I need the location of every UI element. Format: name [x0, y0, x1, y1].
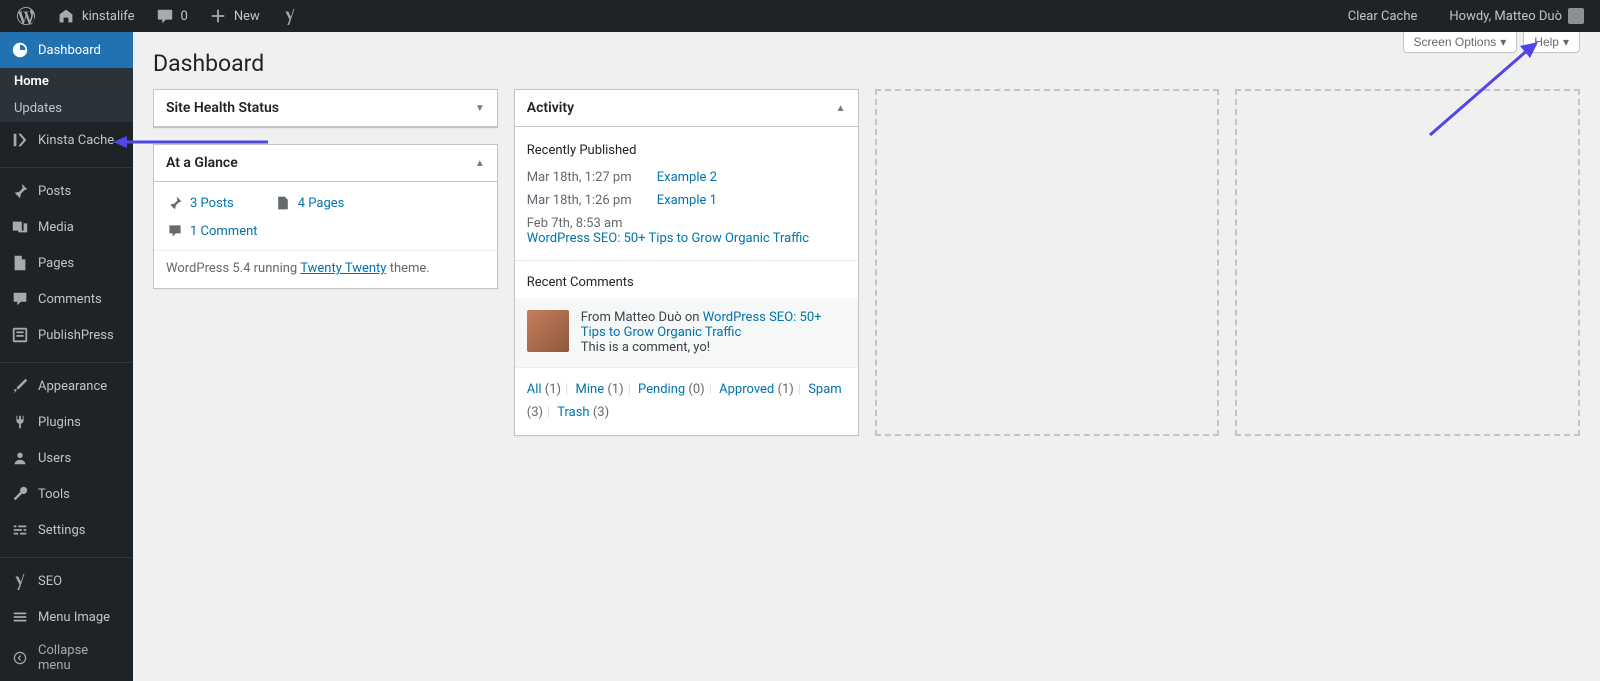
admin-bar: kinstalife 0 New Clear Cache Howdy, Matt…	[0, 0, 1600, 32]
activity-widget: Activity ▲ Recently Published Mar 18th, …	[514, 89, 859, 436]
menu-publishpress[interactable]: PublishPress	[0, 317, 133, 353]
chevron-up-icon[interactable]: ▲	[475, 158, 485, 169]
avatar	[527, 310, 569, 352]
menu-plugins[interactable]: Plugins	[0, 404, 133, 440]
pin-icon	[10, 181, 30, 201]
avatar	[1568, 8, 1584, 24]
brush-icon	[10, 376, 30, 396]
new-link[interactable]: New	[200, 0, 268, 32]
submenu-home[interactable]: Home	[0, 68, 133, 95]
widget-placeholder[interactable]	[875, 89, 1220, 436]
seo-icon	[10, 571, 30, 591]
activity-item: Feb 7th, 8:53 am WordPress SEO: 50+ Tips…	[527, 212, 846, 250]
howdy-text: Howdy, Matteo Duò	[1449, 9, 1562, 24]
plug-icon	[10, 412, 30, 432]
page-title: Dashboard	[153, 32, 1580, 89]
user-icon	[10, 448, 30, 468]
filter-mine[interactable]: Mine	[576, 382, 605, 397]
post-link[interactable]: Example 1	[657, 193, 717, 208]
post-link[interactable]: Example 2	[657, 170, 717, 185]
yoast-icon	[280, 6, 300, 26]
content-area: Screen Options ▾ Help ▾ Dashboard Site H…	[133, 32, 1600, 681]
menu-pages[interactable]: Pages	[0, 245, 133, 281]
account-link[interactable]: Howdy, Matteo Duò	[1441, 0, 1592, 32]
chevron-down-icon: ▾	[1563, 35, 1569, 49]
clear-cache-link[interactable]: Clear Cache	[1340, 0, 1426, 32]
widget-title: Site Health Status	[166, 100, 279, 116]
screen-options-button[interactable]: Screen Options ▾	[1403, 32, 1518, 53]
site-name: kinstalife	[82, 9, 135, 24]
menu-dashboard[interactable]: Dashboard	[0, 32, 133, 68]
page-icon	[274, 194, 292, 212]
plus-icon	[208, 6, 228, 26]
admin-sidebar: Dashboard Home Updates Kinsta Cache Post…	[0, 32, 133, 681]
chevron-down-icon: ▾	[1500, 35, 1506, 49]
dashboard-icon	[10, 40, 30, 60]
filter-pending[interactable]: Pending	[638, 382, 685, 397]
filter-all[interactable]: All	[527, 382, 542, 397]
pin-icon	[166, 194, 184, 212]
at-a-glance-widget: At a Glance ▲ 3 Posts 4 Pages	[153, 144, 498, 289]
menu-lines-icon	[10, 607, 30, 627]
kinsta-icon	[10, 130, 30, 150]
new-label: New	[234, 9, 260, 24]
comment-text: This is a comment, yo!	[581, 340, 846, 355]
theme-link[interactable]: Twenty Twenty	[300, 261, 386, 276]
widget-placeholder[interactable]	[1235, 89, 1580, 436]
menu-settings[interactable]: Settings	[0, 512, 133, 548]
activity-item: Mar 18th, 1:27 pm Example 2	[527, 166, 846, 189]
home-icon	[56, 6, 76, 26]
posts-count-link[interactable]: 3 Posts	[190, 196, 234, 211]
chevron-up-icon[interactable]: ▲	[836, 103, 846, 114]
menu-seo[interactable]: SEO	[0, 563, 133, 599]
post-link[interactable]: WordPress SEO: 50+ Tips to Grow Organic …	[527, 231, 809, 246]
filter-approved[interactable]: Approved	[719, 382, 774, 397]
widget-title: At a Glance	[166, 155, 238, 171]
menu-comments[interactable]: Comments	[0, 281, 133, 317]
filter-spam[interactable]: Spam	[808, 382, 842, 397]
menu-menu-image[interactable]: Menu Image	[0, 599, 133, 635]
activity-item: Mar 18th, 1:26 pm Example 1	[527, 189, 846, 212]
chevron-down-icon[interactable]: ▼	[475, 103, 485, 114]
comments-count: 0	[181, 9, 188, 24]
menu-tools[interactable]: Tools	[0, 476, 133, 512]
wp-logo[interactable]	[8, 0, 44, 32]
filter-trash[interactable]: Trash	[557, 405, 589, 420]
comments-count-link[interactable]: 1 Comment	[190, 224, 258, 239]
comment-item: From Matteo Duò on WordPress SEO: 50+ Ti…	[515, 298, 858, 367]
collapse-menu[interactable]: Collapse menu	[0, 635, 133, 681]
comment-icon	[155, 6, 175, 26]
collapse-icon	[10, 648, 30, 668]
submenu-updates[interactable]: Updates	[0, 95, 133, 122]
publishpress-icon	[10, 325, 30, 345]
media-icon	[10, 217, 30, 237]
comment-icon	[166, 222, 184, 240]
yoast-link[interactable]	[272, 0, 308, 32]
wrench-icon	[10, 484, 30, 504]
menu-appearance[interactable]: Appearance	[0, 368, 133, 404]
page-icon	[10, 253, 30, 273]
menu-users[interactable]: Users	[0, 440, 133, 476]
site-health-widget: Site Health Status ▼	[153, 89, 498, 128]
menu-kinsta-cache[interactable]: Kinsta Cache	[0, 122, 133, 158]
sliders-icon	[10, 520, 30, 540]
recent-comments-heading: Recent Comments	[527, 271, 846, 298]
help-button[interactable]: Help ▾	[1523, 32, 1580, 53]
menu-posts[interactable]: Posts	[0, 173, 133, 209]
comment-filter-links: All (1)| Mine (1)| Pending (0)| Approved…	[515, 367, 858, 435]
site-name-link[interactable]: kinstalife	[48, 0, 143, 32]
comments-icon	[10, 289, 30, 309]
wp-version-text: WordPress 5.4 running Twenty Twenty them…	[166, 261, 485, 276]
widget-title: Activity	[527, 100, 574, 116]
wordpress-icon	[16, 6, 36, 26]
comments-link[interactable]: 0	[147, 0, 196, 32]
menu-media[interactable]: Media	[0, 209, 133, 245]
pages-count-link[interactable]: 4 Pages	[298, 196, 345, 211]
recently-published-heading: Recently Published	[527, 139, 846, 166]
